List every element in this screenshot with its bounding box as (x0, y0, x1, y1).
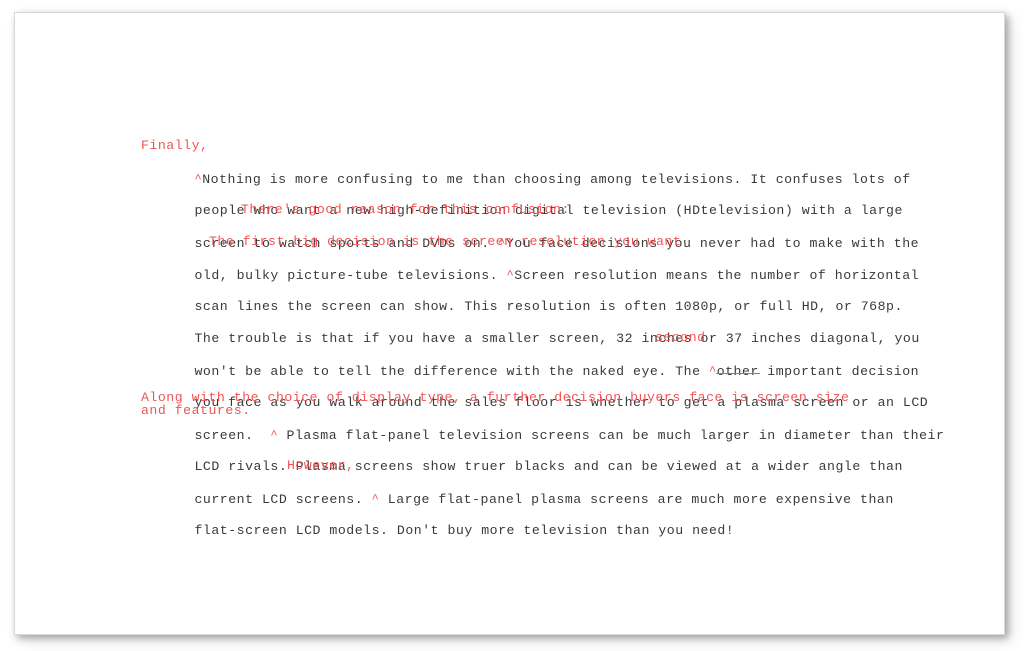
annotation-first-decision: The first big decision is the screen res… (209, 234, 690, 249)
text-line: The trouble is that if you have a smalle… (127, 291, 927, 346)
text-line: flat-screen LCD models. Don't buy more t… (127, 483, 927, 538)
text-line: ^Nothing is more confusing to me than ch… (127, 131, 927, 187)
page-sheet: ^Nothing is more confusing to me than ch… (14, 12, 1005, 635)
annotation-good-reason: There's good reason for this confusion: (241, 202, 570, 217)
annotation-finally: Finally, (141, 138, 209, 153)
text-line: LCD rivals. Plasma screens show truer bl… (127, 419, 927, 474)
line-text: flat-screen LCD models. Don't buy more t… (194, 523, 735, 538)
text-line: current LCD screens. ^ Large flat-panel … (127, 451, 927, 507)
text-line: people who want a new high-definition di… (127, 163, 927, 218)
text-line: you face as you walk around the sales fl… (127, 355, 927, 410)
annotation-along-with-l2: and features. (141, 403, 251, 418)
document-body: ^Nothing is more confusing to me than ch… (127, 131, 944, 539)
document-screen: ^Nothing is more confusing to me than ch… (0, 0, 1024, 651)
text-line: scan lines the screen can show. This res… (127, 259, 927, 314)
annotation-however: However, (287, 458, 355, 473)
annotation-second: second (655, 330, 706, 345)
text-line: won't be able to tell the difference wit… (127, 323, 927, 379)
